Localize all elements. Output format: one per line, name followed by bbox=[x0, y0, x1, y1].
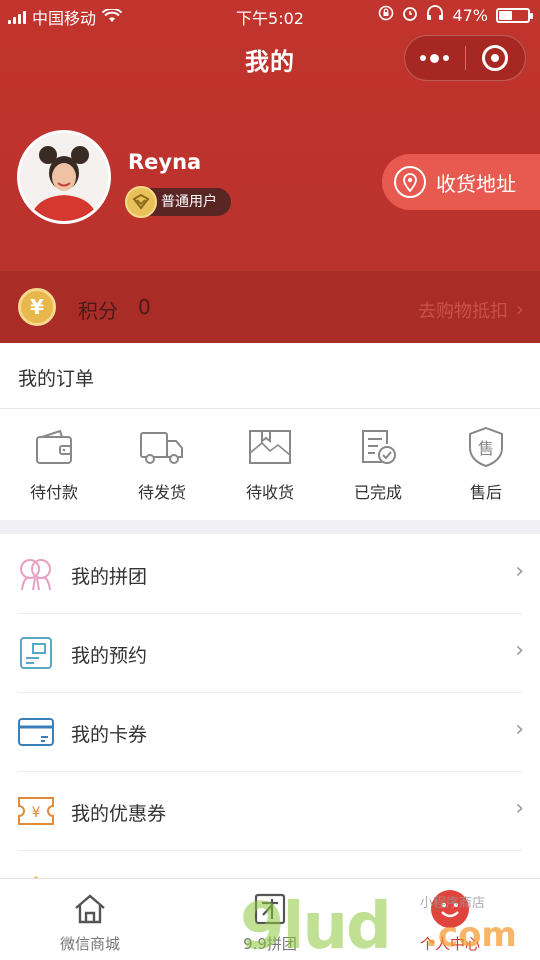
status-right: 47% bbox=[378, 5, 533, 25]
order-pending-payment-label: 待付款 bbox=[29, 483, 78, 502]
menu-item-label: 我的预约 bbox=[71, 645, 148, 667]
more-menu-button[interactable] bbox=[405, 36, 465, 80]
after-sale-shield-icon: 售 bbox=[432, 425, 540, 469]
menu-item-coupons[interactable]: ¥ 我的优惠券 › bbox=[0, 772, 540, 851]
alarm-icon bbox=[402, 5, 418, 25]
more-dots-icon bbox=[420, 53, 450, 63]
partial-menu-icon bbox=[17, 871, 55, 878]
order-after-sale-label: 售后 bbox=[469, 483, 502, 502]
orders-divider bbox=[0, 408, 540, 409]
avatar[interactable] bbox=[17, 130, 111, 224]
redeem-points-link[interactable]: 去购物抵扣 bbox=[418, 297, 508, 323]
coupon-icon: ¥ bbox=[17, 792, 55, 830]
rotation-lock-icon bbox=[378, 5, 394, 25]
chevron-right-icon: › bbox=[515, 796, 524, 821]
battery-text: 47% bbox=[452, 5, 488, 25]
svg-text:¥: ¥ bbox=[32, 805, 41, 821]
menu-item-label: 我的拼团 bbox=[71, 566, 148, 588]
tab-label: 微信商城 bbox=[59, 935, 120, 953]
group-buy-icon bbox=[17, 555, 55, 593]
location-pin-icon bbox=[394, 166, 426, 198]
battery-icon bbox=[496, 7, 533, 23]
watermark-caption: 小程序商店 bbox=[420, 896, 486, 911]
vip-badge-icon bbox=[125, 186, 157, 218]
tab-wechat-mall[interactable]: 微信商城 bbox=[30, 889, 150, 954]
points-value: 0 bbox=[138, 295, 151, 319]
menu-item-reservation[interactable]: 我的预约 › bbox=[0, 614, 540, 693]
shipping-address-label: 收货地址 bbox=[436, 171, 516, 196]
order-pending-shipment[interactable]: 待发货 bbox=[108, 425, 216, 503]
points-label: 积分 bbox=[78, 299, 118, 323]
battery-fill bbox=[499, 10, 512, 20]
status-bar: 中国移动 下午5:02 47% bbox=[0, 0, 540, 30]
wallet-icon bbox=[0, 425, 108, 469]
order-pending-receipt[interactable]: 待收货 bbox=[216, 425, 324, 503]
section-gap bbox=[0, 520, 540, 534]
package-icon bbox=[216, 425, 324, 469]
miniprogram-capsule bbox=[404, 35, 526, 81]
chevron-right-icon: › bbox=[515, 717, 524, 742]
points-bar[interactable]: ¥ 积分 0 去购物抵扣 › bbox=[0, 271, 540, 343]
member-level-label: 普通用户 bbox=[161, 194, 217, 210]
home-icon bbox=[30, 889, 150, 929]
avatar-image bbox=[20, 133, 108, 221]
order-after-sale[interactable]: 售 售后 bbox=[432, 425, 540, 503]
chevron-right-icon: › bbox=[516, 297, 524, 321]
menu-item-cards[interactable]: 我的卡券 › bbox=[0, 693, 540, 772]
member-level-badge: 普通用户 bbox=[125, 186, 231, 218]
order-completed-label: 已完成 bbox=[353, 483, 402, 502]
truck-icon bbox=[108, 425, 216, 469]
username: Reyna bbox=[128, 150, 202, 174]
watermark-suffix: .com bbox=[425, 915, 517, 955]
menu-item-label: 我的卡券 bbox=[71, 724, 148, 746]
close-miniprogram-button[interactable] bbox=[466, 36, 526, 80]
reservation-icon bbox=[17, 634, 55, 672]
menu-item-partial[interactable] bbox=[0, 851, 540, 878]
chevron-right-icon: › bbox=[515, 559, 524, 584]
headphones-icon bbox=[426, 5, 444, 25]
profile-header: 中国移动 下午5:02 47% 我的 Reyna 普通用户 收货地址 ¥ 积分 … bbox=[0, 0, 540, 343]
svg-text:售: 售 bbox=[478, 439, 494, 458]
order-pending-receipt-label: 待收货 bbox=[245, 483, 294, 502]
shipping-address-button[interactable]: 收货地址 bbox=[382, 154, 540, 210]
order-completed[interactable]: 已完成 bbox=[324, 425, 432, 503]
completed-doc-icon bbox=[324, 425, 432, 469]
target-close-icon bbox=[482, 45, 509, 71]
order-pending-shipment-label: 待发货 bbox=[137, 483, 186, 502]
order-pending-payment[interactable]: 待付款 bbox=[0, 425, 108, 503]
chevron-right-icon: › bbox=[515, 638, 524, 663]
coin-icon: ¥ bbox=[18, 288, 56, 326]
menu-item-label: 我的优惠券 bbox=[71, 803, 167, 825]
watermark-logo: 9lud bbox=[240, 890, 392, 960]
card-icon bbox=[17, 713, 55, 751]
orders-section-title: 我的订单 bbox=[18, 368, 95, 390]
menu-item-group-buy[interactable]: 我的拼团 › bbox=[0, 535, 540, 614]
